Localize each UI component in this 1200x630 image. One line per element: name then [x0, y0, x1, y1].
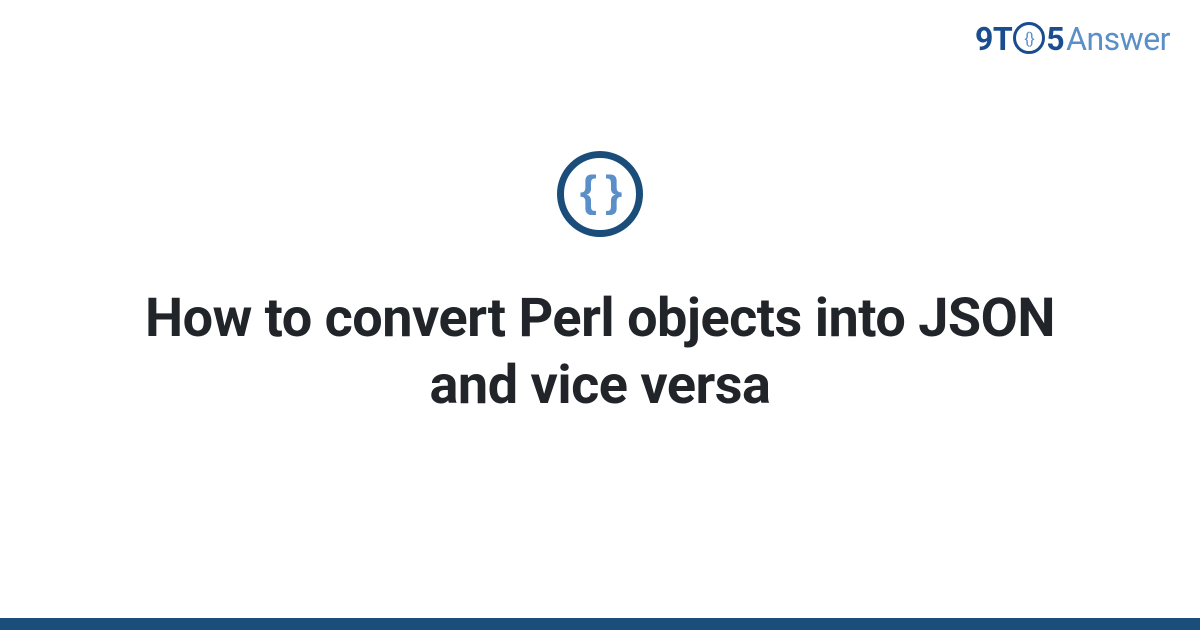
logo-circle-icon: {}	[1013, 22, 1045, 54]
logo-text-answer: Answer	[1066, 20, 1170, 58]
code-braces-icon: { }	[580, 170, 620, 214]
page-title: How to convert Perl objects into JSON an…	[100, 285, 1100, 420]
site-logo: 9T {} 5 Answer	[975, 20, 1170, 58]
logo-text-5: 5	[1046, 20, 1064, 58]
main-content: { } How to convert Perl objects into JSO…	[0, 0, 1200, 630]
footer-accent-bar	[0, 618, 1200, 630]
topic-icon-circle: { }	[557, 151, 643, 237]
logo-text-9t: 9T	[975, 20, 1012, 58]
